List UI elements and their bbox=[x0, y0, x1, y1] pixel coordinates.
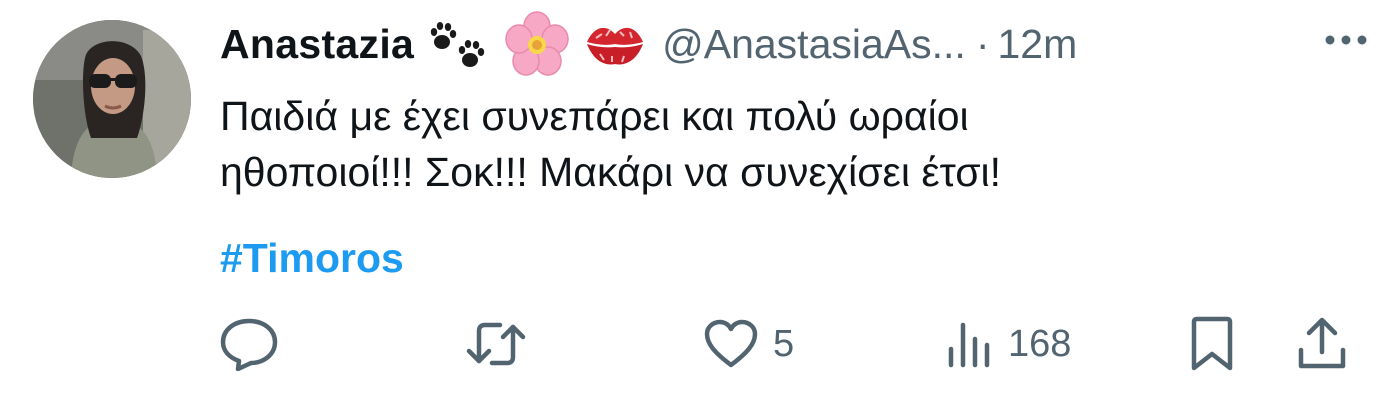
tweet-text-line-1: Παιδιά με έχει συνεπάρει και πολύ ωραίοι bbox=[220, 93, 969, 139]
heart-icon bbox=[704, 319, 758, 368]
kiss-mark-icon bbox=[584, 20, 646, 68]
reply-icon bbox=[220, 318, 278, 371]
like-count: 5 bbox=[773, 322, 795, 365]
views-button[interactable]: 168 bbox=[946, 314, 1071, 374]
hashtag-link[interactable]: #Timoros bbox=[220, 230, 404, 286]
retweet-button[interactable] bbox=[466, 314, 526, 374]
timestamp[interactable]: 12m bbox=[997, 21, 1077, 68]
bookmark-icon bbox=[1191, 316, 1233, 371]
avatar[interactable] bbox=[33, 20, 191, 178]
separator-dot: · bbox=[975, 20, 990, 67]
more-options-icon[interactable] bbox=[1316, 20, 1376, 60]
share-button[interactable] bbox=[1296, 314, 1348, 374]
share-icon bbox=[1298, 317, 1346, 369]
display-name[interactable]: Anastazia bbox=[220, 21, 414, 68]
views-icon bbox=[948, 322, 990, 368]
tweet-header: Anastazia @AnastasiaAs... · 12m bbox=[220, 11, 1370, 77]
retweet-icon bbox=[466, 322, 526, 366]
reply-button[interactable] bbox=[218, 314, 280, 374]
tweet-text: Παιδιά με έχει συνεπάρει και πολύ ωραίοι… bbox=[220, 88, 1350, 200]
cherry-blossom-icon bbox=[504, 11, 570, 77]
views-count: 168 bbox=[1008, 322, 1072, 365]
user-handle[interactable]: @AnastasiaAs... bbox=[662, 21, 966, 68]
paw-prints-icon bbox=[428, 16, 490, 72]
tweet-text-line-2: ηθοποιοί!!! Σοκ!!! Μακάρι να συνεχίσει έ… bbox=[220, 149, 1002, 195]
bookmark-button[interactable] bbox=[1188, 314, 1236, 374]
like-button[interactable]: 5 bbox=[703, 314, 794, 374]
